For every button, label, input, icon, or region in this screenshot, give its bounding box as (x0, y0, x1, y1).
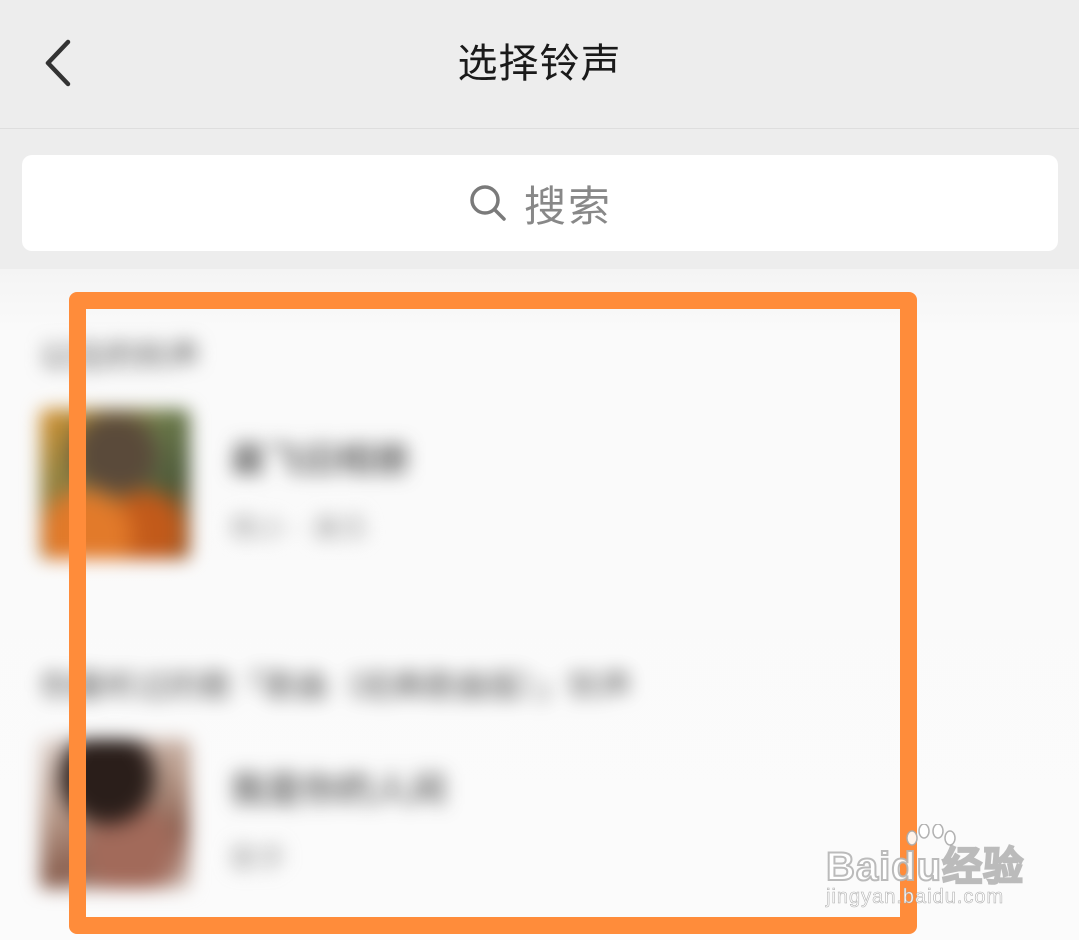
back-button[interactable] (22, 30, 92, 100)
ringtone-artist: 杨小 · 美乐 (230, 512, 369, 545)
search-placeholder: 搜索 (523, 181, 612, 231)
nav-bar: 选择铃声 (0, 0, 1079, 129)
search-icon (468, 183, 508, 223)
ringtone-list: 以往的铃声 最飞旧相册 杨小 · 美乐 你最听过的歌「歌曲（经典歌曲版）」铃声 … (0, 269, 1079, 940)
ringtone-title: 最飞旧相册 (230, 440, 411, 481)
list-item[interactable]: 最飞旧相册 杨小 · 美乐 (40, 409, 940, 559)
section-header-recommended: 你最听过的歌「歌曲（经典歌曲版）」铃声 (40, 667, 633, 705)
search-area: 搜索 (0, 129, 1079, 269)
album-cover (40, 739, 190, 889)
section-header-previous: 以往的铃声 (40, 337, 201, 375)
page-title: 选择铃声 (457, 41, 622, 87)
chevron-left-icon (40, 38, 74, 92)
search-input[interactable]: 搜索 (22, 155, 1058, 251)
list-item[interactable]: 我是你的人间 歌手 (40, 739, 940, 889)
ringtone-title: 我是你的人间 (230, 770, 447, 811)
album-cover (40, 409, 190, 559)
ringtone-artist: 歌手 (230, 842, 287, 875)
ringtone-select-screen: 选择铃声 搜索 以往的铃声 最飞旧相册 杨小 · 美乐 你最听过的歌「歌曲（经典… (0, 0, 1079, 940)
